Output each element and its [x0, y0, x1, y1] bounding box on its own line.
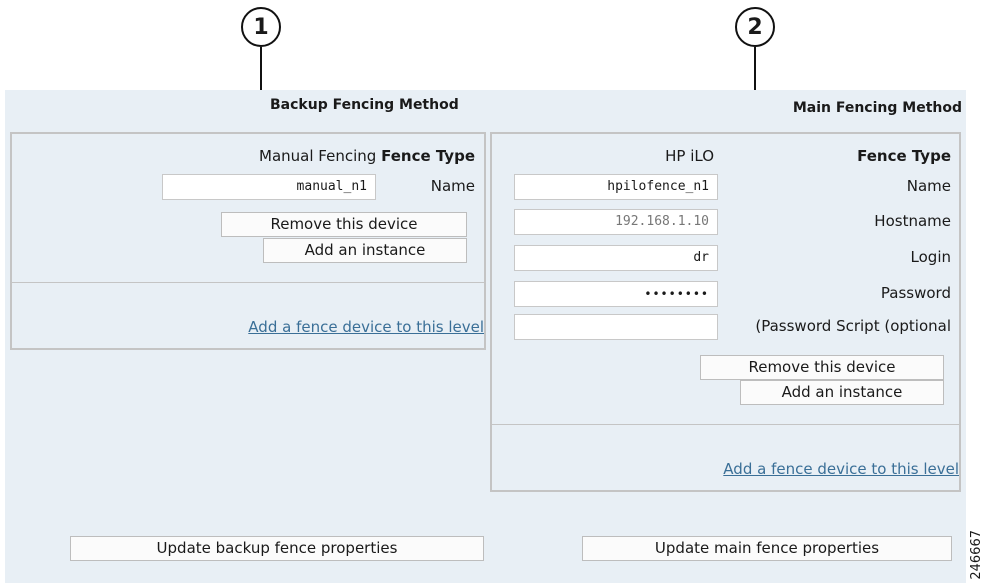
backup-add-instance-button[interactable]: Add an instance	[263, 238, 467, 263]
main-hostname-label: Hostname	[874, 212, 951, 230]
backup-fence-fieldset: Manual Fencing Fence Type manual_n1 Name…	[10, 132, 486, 350]
backup-name-input[interactable]: manual_n1	[162, 174, 376, 200]
main-password-input[interactable]: ••••••••	[514, 281, 718, 307]
main-add-instance-button[interactable]: Add an instance	[740, 380, 944, 405]
main-hostname-input[interactable]: 192.168.1.10	[514, 209, 718, 235]
callout-1-number: 1	[253, 14, 269, 40]
main-fieldset-divider	[492, 424, 959, 425]
backup-fieldset-divider	[12, 282, 484, 283]
main-remove-device-button[interactable]: Remove this device	[700, 355, 944, 380]
backup-fence-type-row: Manual Fencing Fence Type	[259, 147, 475, 165]
fencing-panel: Backup Fencing Method Manual Fencing Fen…	[5, 90, 966, 583]
backup-section-title: Backup Fencing Method	[270, 97, 459, 113]
main-login-input[interactable]: dr	[514, 245, 718, 271]
main-password-script-label: (Password Script (optional	[755, 317, 951, 335]
main-fence-fieldset: HP iLO Fence Type hpilofence_n1 Name 192…	[490, 132, 961, 492]
main-password-script-input[interactable]	[514, 314, 718, 340]
update-main-fence-properties-button[interactable]: Update main fence properties	[582, 536, 952, 561]
main-fence-type-label: Fence Type	[857, 147, 951, 165]
update-backup-fence-properties-button[interactable]: Update backup fence properties	[70, 536, 484, 561]
backup-name-label: Name	[430, 177, 475, 195]
backup-fence-type-label: Fence Type	[381, 147, 475, 165]
main-name-input[interactable]: hpilofence_n1	[514, 174, 718, 200]
main-password-label: Password	[880, 284, 951, 302]
main-name-label: Name	[906, 177, 951, 195]
main-add-fence-device-link[interactable]: Add a fence device to this level	[723, 460, 959, 478]
callout-1: 1	[241, 7, 281, 47]
main-fence-type-value: HP iLO	[665, 147, 714, 165]
main-login-label: Login	[910, 248, 951, 266]
backup-add-fence-device-link[interactable]: Add a fence device to this level	[248, 318, 484, 336]
figure-id: 246667	[969, 530, 984, 580]
callout-2-number: 2	[747, 14, 763, 40]
callout-2: 2	[735, 7, 775, 47]
backup-fence-type-value: Manual Fencing	[259, 147, 377, 165]
backup-remove-device-button[interactable]: Remove this device	[221, 212, 467, 237]
main-section-title: Main Fencing Method	[792, 100, 962, 116]
